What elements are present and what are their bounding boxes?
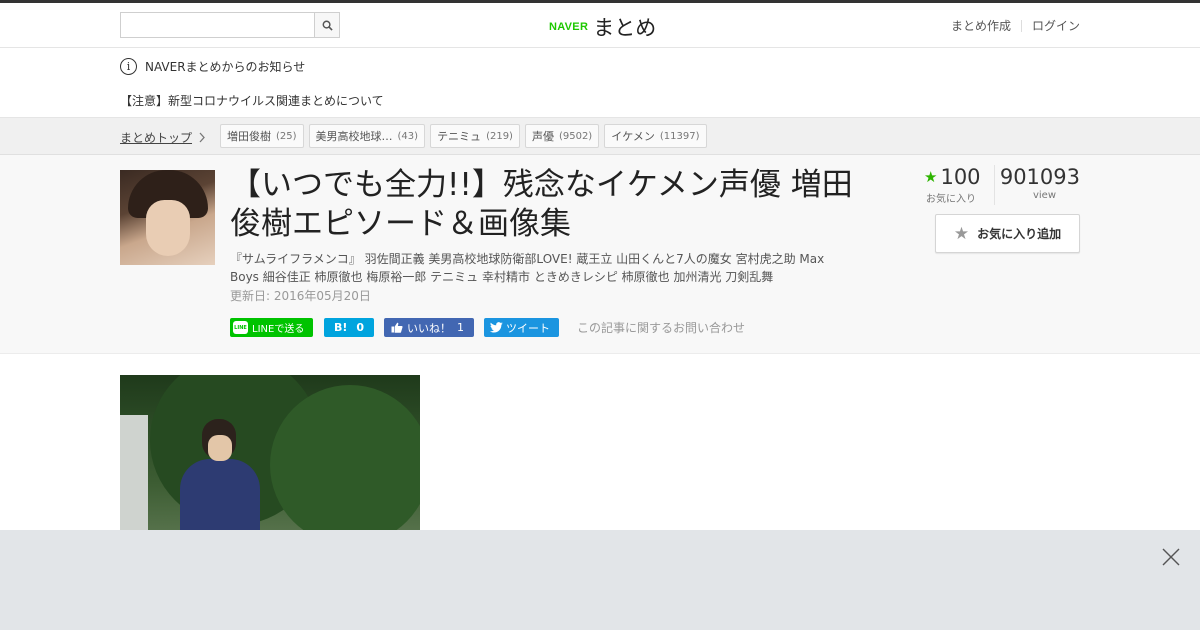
chevron-right-icon — [199, 132, 205, 143]
notice-title: i NAVERまとめからのお知らせ — [120, 58, 305, 75]
thumbs-up-icon — [391, 322, 403, 333]
tag-item[interactable]: 声優 (9502) — [524, 124, 600, 148]
hatena-bookmark-button[interactable]: B! 0 — [324, 318, 374, 337]
site-header: NAVER まとめ まとめ作成 ログイン — [0, 3, 1200, 48]
article-stats: ★ 100 お気に入り 901093 view — [924, 165, 1080, 205]
view-count-label: view — [1032, 190, 1057, 201]
line-share-label: LINEで送る — [252, 324, 305, 335]
tag-count: (219) — [486, 130, 513, 142]
article-photo[interactable] — [120, 375, 420, 530]
info-icon: i — [120, 58, 137, 75]
favorite-count-value-row: ★ 100 — [924, 165, 994, 189]
tag-label: イケメン — [611, 130, 655, 143]
photo-person-body — [180, 459, 260, 530]
login-link[interactable]: ログイン — [1032, 17, 1080, 34]
tag-item[interactable]: イケメン (11397) — [604, 124, 707, 148]
favorite-count: ★ 100 お気に入り — [924, 165, 995, 205]
tag-label: テニミュ — [437, 130, 482, 143]
favorite-count-value: 100 — [940, 165, 981, 189]
facebook-like-label: いいね！ — [407, 321, 451, 335]
close-icon[interactable] — [1162, 548, 1180, 566]
tag-count: (43) — [397, 130, 419, 142]
breadcrumb-top-link[interactable]: まとめトップ — [120, 129, 206, 146]
article-description: 『サムライフラメンコ』 羽佐間正義 美男高校地球防衛部LOVE! 蔵王立 山田く… — [230, 252, 825, 284]
search-input[interactable] — [121, 13, 314, 37]
site-logo[interactable]: NAVER まとめ — [549, 12, 656, 42]
author-thumbnail[interactable] — [120, 170, 215, 265]
tag-label: 美男高校地球… — [315, 130, 393, 143]
facebook-like-button[interactable]: いいね！ 1 — [384, 318, 474, 337]
notice-title-text: NAVERまとめからのお知らせ — [145, 60, 306, 74]
hatena-icon: B! — [333, 321, 348, 334]
view-count-value: 901093 — [999, 165, 1080, 189]
photo-person-face — [208, 435, 232, 461]
line-share-button[interactable]: LINE LINEで送る — [230, 318, 313, 337]
tag-count: (11397) — [659, 130, 700, 142]
inquiry-link[interactable]: この記事に関するお問い合わせ — [577, 319, 745, 336]
header-links: まとめ作成 ログイン — [951, 17, 1080, 34]
line-icon: LINE — [233, 321, 248, 334]
add-favorite-label: お気に入り追加 — [977, 227, 1062, 241]
article-header: 【いつでも全力!!】残念なイケメン声優 増田俊樹エピソード＆画像集 『サムライフ… — [0, 155, 1200, 354]
photo-wall — [120, 415, 148, 530]
logo-matome: まとめ — [593, 16, 657, 40]
search-box — [120, 12, 340, 38]
tag-count: (25) — [276, 130, 297, 142]
logo-naver: NAVER — [549, 21, 589, 33]
header-divider — [1020, 19, 1022, 32]
tweet-button[interactable]: ツイート — [484, 318, 559, 337]
search-button[interactable] — [314, 13, 339, 37]
breadcrumb-top-label: まとめトップ — [120, 131, 193, 145]
create-matome-link[interactable]: まとめ作成 — [951, 17, 1011, 34]
facebook-like-count: 1 — [457, 321, 464, 334]
breadcrumb: まとめトップ 増田俊樹 (25) 美男高校地球… (43) テニミュ (219)… — [0, 118, 1200, 155]
tag-item[interactable]: 増田俊樹 (25) — [220, 124, 304, 148]
tweet-label: ツイート — [506, 321, 550, 335]
tag-count: (9502) — [558, 130, 593, 142]
twitter-bird-icon — [490, 322, 503, 333]
star-icon: ★ — [924, 168, 938, 186]
notice-link[interactable]: 【注意】新型コロナウイルス関連まとめについて — [120, 92, 384, 109]
notice-section: i NAVERまとめからのお知らせ 【注意】新型コロナウイルス関連まとめについて — [0, 48, 1200, 118]
tag-list: 増田俊樹 (25) 美男高校地球… (43) テニミュ (219) 声優 (95… — [220, 124, 712, 148]
share-buttons: LINE LINEで送る B! 0 いいね！ 1 ツイート この記事に関するお問… — [230, 318, 745, 337]
search-icon — [322, 20, 333, 31]
view-count: 901093 view — [995, 165, 1080, 205]
ad-overlay — [0, 530, 1200, 630]
hatena-count: 0 — [356, 321, 365, 334]
thumbnail-face — [146, 200, 190, 256]
tag-item[interactable]: テニミュ (219) — [430, 124, 520, 148]
tag-item[interactable]: 美男高校地球… (43) — [308, 124, 426, 148]
add-favorite-button[interactable]: ★ お気に入り追加 — [935, 214, 1080, 253]
star-icon: ★ — [953, 223, 970, 244]
updated-date: 更新日: 2016年05月20日 — [230, 289, 371, 303]
favorite-count-label: お気に入り — [926, 194, 976, 205]
tag-label: 増田俊樹 — [227, 130, 271, 143]
article-title: 【いつでも全力!!】残念なイケメン声優 増田俊樹エピソード＆画像集 — [230, 167, 853, 242]
tag-label: 声優 — [531, 130, 554, 143]
